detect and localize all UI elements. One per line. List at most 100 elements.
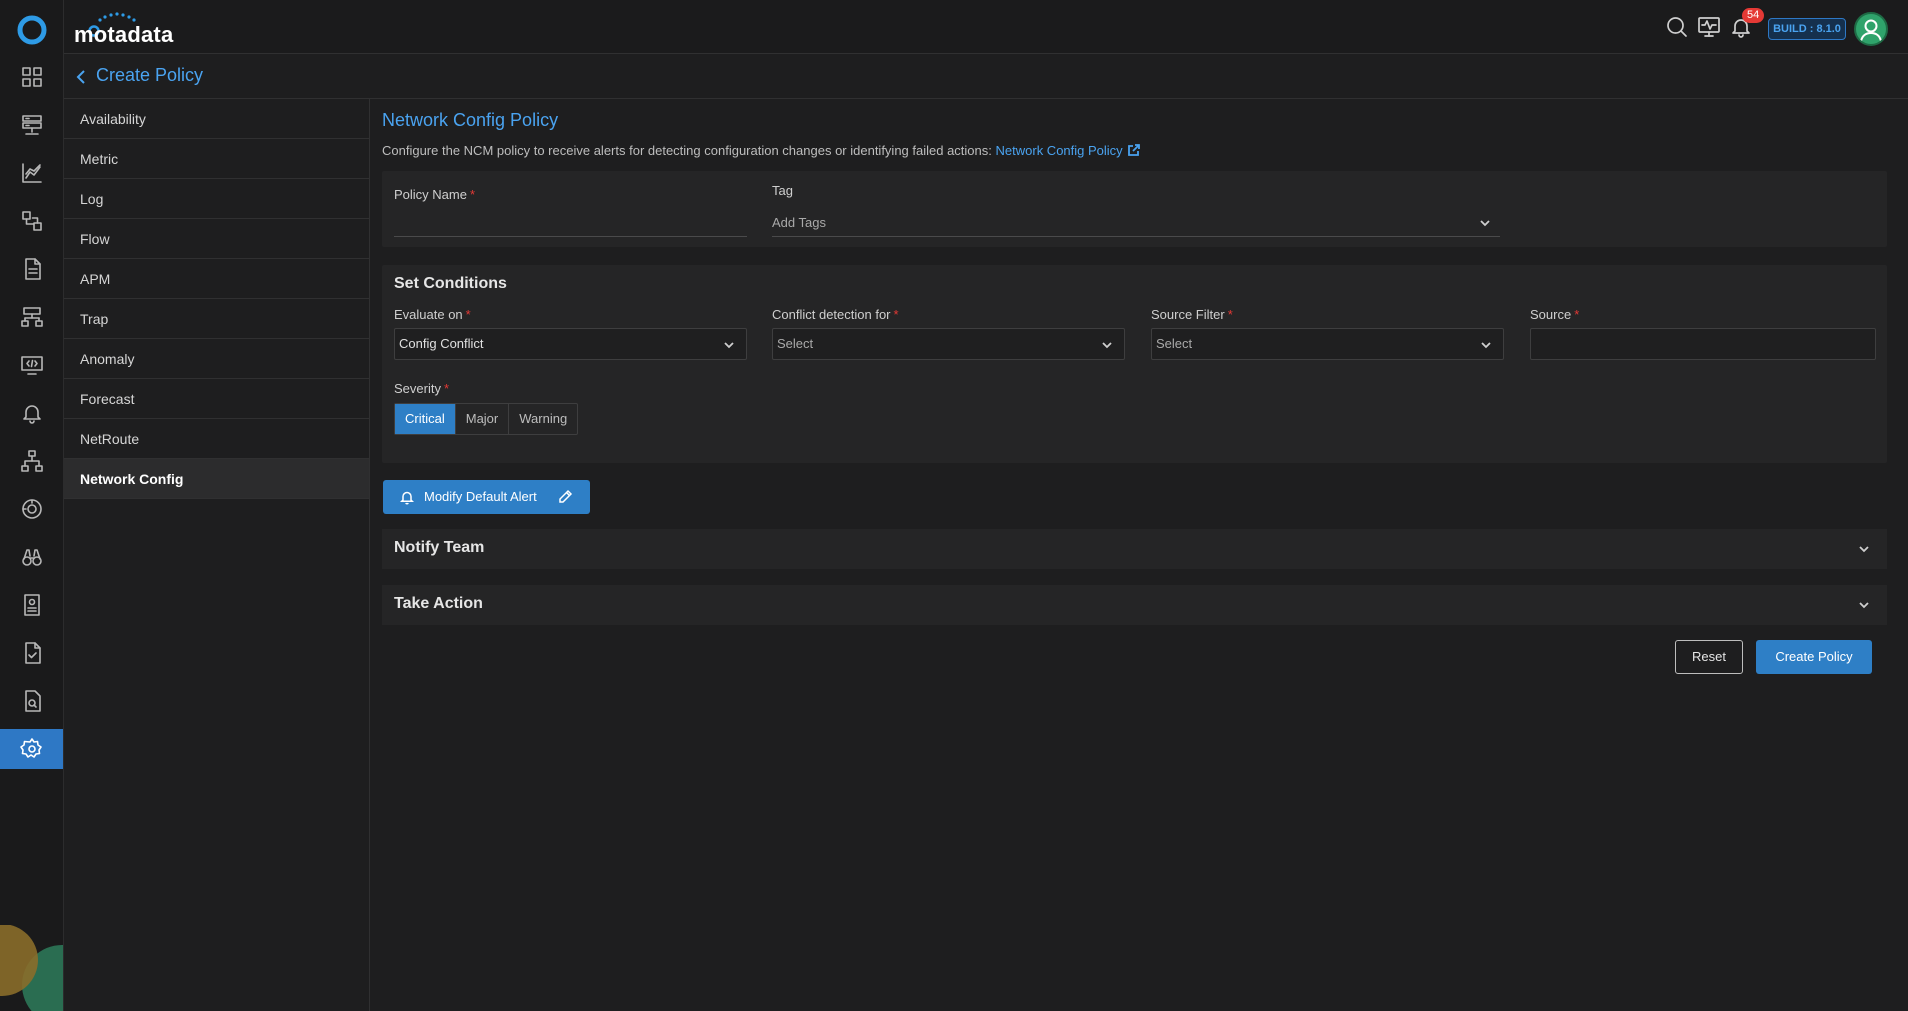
source-label: Source * [1530, 307, 1580, 322]
binoculars-icon [22, 549, 42, 566]
conflict-detection-label: Conflict detection for * [772, 307, 899, 322]
policy-category-nav: Availability Metric Log Flow APM Trap An… [64, 99, 370, 1011]
description-text: Configure the NCM policy to receive aler… [382, 143, 992, 158]
apm-icon [21, 356, 43, 375]
docs-link-label: Network Config Policy [995, 143, 1123, 158]
brand-logo[interactable]: motadata [74, 12, 184, 47]
evaluate-on-value: Config Conflict [399, 336, 484, 351]
nav-dashboard[interactable] [0, 57, 63, 97]
policy-name-label: Policy Name * [394, 187, 476, 202]
category-network-config[interactable]: Network Config [64, 459, 369, 499]
chevron-left-icon [76, 70, 85, 84]
category-anomaly[interactable]: Anomaly [64, 339, 369, 379]
nav-log[interactable] [0, 249, 63, 289]
source-filter-select[interactable]: Select [1151, 328, 1504, 360]
policy-info-card: Policy Name * Tag Add Tags [382, 171, 1887, 247]
chevron-down-icon [1100, 338, 1114, 352]
chevron-down-icon [1478, 216, 1492, 230]
icon-rail [0, 0, 64, 1011]
conditions-card: Set Conditions Evaluate on * Config Confl… [382, 265, 1887, 463]
log-icon [25, 258, 41, 280]
compliance-icon [25, 690, 41, 712]
form-title: Network Config Policy [382, 110, 559, 130]
take-action-title: Take Action [394, 595, 483, 612]
page-title[interactable]: Create Policy [96, 65, 203, 86]
category-forecast[interactable]: Forecast [64, 379, 369, 419]
topology-icon [21, 307, 43, 327]
brand-name: motadata [74, 22, 174, 47]
user-icon [1860, 19, 1882, 42]
alert-icon [23, 405, 41, 424]
pencil-icon [557, 489, 573, 505]
notification-badge: 54 [1742, 8, 1765, 23]
external-link-icon [1127, 143, 1141, 157]
app-logo-icon[interactable] [16, 14, 48, 46]
docs-link[interactable]: Network Config Policy [996, 143, 1141, 158]
category-trap[interactable]: Trap [64, 299, 369, 339]
nav-monitoring[interactable] [0, 489, 63, 529]
category-log[interactable]: Log [64, 179, 369, 219]
take-action-section[interactable]: Take Action [382, 585, 1887, 625]
conflict-detection-select[interactable]: Select [772, 328, 1125, 360]
nav-inventory[interactable] [0, 105, 63, 145]
top-bar: motadata [64, 0, 1908, 54]
chevron-down-icon [1857, 542, 1871, 556]
policy-name-input[interactable] [394, 209, 747, 237]
nav-audit[interactable] [0, 633, 63, 673]
monitor-pulse-icon [1698, 17, 1720, 37]
build-badge: BUILD : 8.1.0 [1768, 18, 1846, 40]
monitor-button[interactable] [1696, 14, 1722, 40]
chevron-down-icon [1857, 598, 1871, 612]
source-input[interactable] [1530, 328, 1876, 360]
report-icon [24, 594, 40, 616]
nav-flow[interactable] [0, 201, 63, 241]
severity-warning[interactable]: Warning [509, 404, 577, 434]
settings-icon [20, 738, 42, 758]
nav-explorer[interactable] [0, 537, 63, 577]
form-description: Configure the NCM policy to receive aler… [382, 143, 1141, 158]
nav-settings[interactable] [0, 729, 63, 769]
nav-reports[interactable] [0, 585, 63, 625]
network-map-icon [21, 450, 43, 472]
evaluate-on-select[interactable]: Config Conflict [394, 328, 747, 360]
back-button[interactable] [72, 67, 92, 87]
set-conditions-title: Set Conditions [394, 275, 507, 292]
policy-form: Network Config Policy Configure the NCM … [370, 99, 1908, 1011]
notify-team-title: Notify Team [394, 539, 485, 556]
nav-network-map[interactable] [0, 441, 63, 481]
severity-critical[interactable]: Critical [395, 404, 456, 434]
nav-apm[interactable] [0, 345, 63, 385]
source-filter-value: Select [1156, 336, 1193, 351]
severity-toggle: Critical Major Warning [394, 403, 579, 435]
reset-button[interactable]: Reset [1675, 640, 1743, 674]
nav-topology[interactable] [0, 297, 63, 337]
notify-team-section[interactable]: Notify Team [382, 529, 1887, 569]
user-avatar[interactable] [1854, 12, 1888, 46]
search-button[interactable] [1664, 14, 1690, 40]
audit-icon [25, 642, 41, 664]
tag-input[interactable]: Add Tags [772, 209, 1500, 237]
decorative-circles [0, 925, 63, 1011]
tag-placeholder: Add Tags [772, 215, 826, 230]
severity-major[interactable]: Major [456, 404, 510, 434]
page-header: Create Policy [64, 55, 1908, 99]
modify-default-alert-button[interactable]: Modify Default Alert [383, 480, 590, 514]
flow-icon [22, 211, 42, 231]
category-availability[interactable]: Availability [64, 99, 369, 139]
category-netroute[interactable]: NetRoute [64, 419, 369, 459]
nav-alerts[interactable] [0, 393, 63, 433]
severity-label: Severity * [394, 381, 450, 396]
evaluate-on-label: Evaluate on * [394, 307, 471, 322]
conflict-detection-value: Select [777, 336, 814, 351]
chevron-down-icon [722, 338, 736, 352]
category-flow[interactable]: Flow [64, 219, 369, 259]
create-policy-button[interactable]: Create Policy [1756, 640, 1872, 674]
modify-alert-label: Modify Default Alert [424, 489, 537, 504]
bell-icon [399, 489, 415, 505]
monitoring-icon [22, 499, 42, 519]
source-filter-label: Source Filter * [1151, 307, 1233, 322]
nav-compliance[interactable] [0, 681, 63, 721]
nav-metric-explorer[interactable] [0, 153, 63, 193]
category-apm[interactable]: APM [64, 259, 369, 299]
category-metric[interactable]: Metric [64, 139, 369, 179]
